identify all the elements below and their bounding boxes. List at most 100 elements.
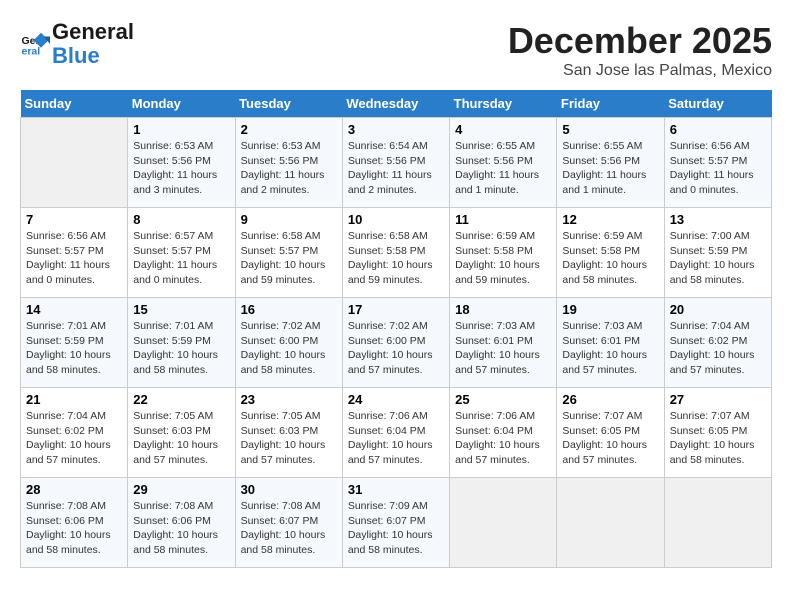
day-cell: 10 Sunrise: 6:58 AM Sunset: 5:58 PM Dayli…	[342, 208, 449, 298]
day-cell: 19 Sunrise: 7:03 AM Sunset: 6:01 PM Dayli…	[557, 298, 664, 388]
day-info: Sunrise: 6:56 AM Sunset: 5:57 PM Dayligh…	[670, 139, 766, 198]
day-cell: 11Sunrise: 6:59 AM Sunset: 5:58 PM Dayli…	[450, 208, 557, 298]
title-block: December 2025 San Jose las Palmas, Mexic…	[508, 20, 772, 80]
day-info: Sunrise: 6:59 AM Sunset: 5:58 PM Dayligh…	[562, 229, 658, 288]
day-number: 21	[26, 392, 122, 407]
day-info: Sunrise: 7:08 AM Sunset: 6:07 PM Dayligh…	[241, 499, 337, 558]
svg-text:eral: eral	[22, 46, 41, 58]
day-info: Sunrise: 7:09 AM Sunset: 6:07 PM Dayligh…	[348, 499, 444, 558]
day-cell: 7Sunrise: 6:56 AM Sunset: 5:57 PM Daylig…	[21, 208, 128, 298]
day-info: Sunrise: 6:58 AM Sunset: 5:57 PM Dayligh…	[241, 229, 337, 288]
weekday-monday: Monday	[128, 90, 235, 118]
day-info: Sunrise: 7:04 AM Sunset: 6:02 PM Dayligh…	[670, 319, 766, 378]
day-info: Sunrise: 7:02 AM Sunset: 6:00 PM Dayligh…	[241, 319, 337, 378]
day-number: 12	[562, 212, 658, 227]
logo: Gen eral General Blue	[20, 20, 134, 68]
day-info: Sunrise: 6:54 AM Sunset: 5:56 PM Dayligh…	[348, 139, 444, 198]
day-info: Sunrise: 7:02 AM Sunset: 6:00 PM Dayligh…	[348, 319, 444, 378]
day-info: Sunrise: 7:08 AM Sunset: 6:06 PM Dayligh…	[133, 499, 229, 558]
day-number: 10	[348, 212, 444, 227]
day-cell: 17 Sunrise: 7:02 AM Sunset: 6:00 PM Dayli…	[342, 298, 449, 388]
day-cell	[21, 118, 128, 208]
day-cell: 22 Sunrise: 7:05 AM Sunset: 6:03 PM Dayli…	[128, 388, 235, 478]
day-info: Sunrise: 6:53 AM Sunset: 5:56 PM Dayligh…	[241, 139, 337, 198]
day-number: 3	[348, 122, 444, 137]
day-info: Sunrise: 7:00 AM Sunset: 5:59 PM Dayligh…	[670, 229, 766, 288]
day-number: 26	[562, 392, 658, 407]
day-number: 19	[562, 302, 658, 317]
week-row-3: 14 Sunrise: 7:01 AM Sunset: 5:59 PM Dayli…	[21, 298, 772, 388]
day-cell: 15 Sunrise: 7:01 AM Sunset: 5:59 PM Dayli…	[128, 298, 235, 388]
day-cell: 12 Sunrise: 6:59 AM Sunset: 5:58 PM Dayli…	[557, 208, 664, 298]
day-number: 22	[133, 392, 229, 407]
day-number: 6	[670, 122, 766, 137]
day-number: 4	[455, 122, 551, 137]
day-info: Sunrise: 6:53 AM Sunset: 5:56 PM Dayligh…	[133, 139, 229, 198]
day-number: 25	[455, 392, 551, 407]
day-cell: 3 Sunrise: 6:54 AM Sunset: 5:56 PM Daylig…	[342, 118, 449, 208]
day-cell: 18 Sunrise: 7:03 AM Sunset: 6:01 PM Dayli…	[450, 298, 557, 388]
day-cell	[450, 478, 557, 568]
day-info: Sunrise: 7:07 AM Sunset: 6:05 PM Dayligh…	[670, 409, 766, 468]
day-number: 15	[133, 302, 229, 317]
week-row-2: 7Sunrise: 6:56 AM Sunset: 5:57 PM Daylig…	[21, 208, 772, 298]
day-number: 24	[348, 392, 444, 407]
day-number: 2	[241, 122, 337, 137]
day-cell: 14Sunrise: 7:01 AM Sunset: 5:59 PM Dayli…	[21, 298, 128, 388]
week-row-1: 1 Sunrise: 6:53 AM Sunset: 5:56 PM Daylig…	[21, 118, 772, 208]
day-number: 8	[133, 212, 229, 227]
day-number: 14	[26, 302, 122, 317]
day-number: 30	[241, 482, 337, 497]
weekday-sunday: Sunday	[21, 90, 128, 118]
day-info: Sunrise: 7:06 AM Sunset: 6:04 PM Dayligh…	[455, 409, 551, 468]
day-cell: 6 Sunrise: 6:56 AM Sunset: 5:57 PM Daylig…	[664, 118, 771, 208]
day-number: 16	[241, 302, 337, 317]
day-number: 29	[133, 482, 229, 497]
day-info: Sunrise: 6:55 AM Sunset: 5:56 PM Dayligh…	[455, 139, 551, 198]
day-cell: 24 Sunrise: 7:06 AM Sunset: 6:04 PM Dayli…	[342, 388, 449, 478]
day-info: Sunrise: 7:01 AM Sunset: 5:59 PM Dayligh…	[133, 319, 229, 378]
day-cell: 4 Sunrise: 6:55 AM Sunset: 5:56 PM Daylig…	[450, 118, 557, 208]
day-info: Sunrise: 6:55 AM Sunset: 5:56 PM Dayligh…	[562, 139, 658, 198]
day-cell: 31 Sunrise: 7:09 AM Sunset: 6:07 PM Dayli…	[342, 478, 449, 568]
day-number: 31	[348, 482, 444, 497]
day-cell: 2 Sunrise: 6:53 AM Sunset: 5:56 PM Daylig…	[235, 118, 342, 208]
day-cell: 13 Sunrise: 7:00 AM Sunset: 5:59 PM Dayli…	[664, 208, 771, 298]
day-number: 23	[241, 392, 337, 407]
day-cell: 26Sunrise: 7:07 AM Sunset: 6:05 PM Dayli…	[557, 388, 664, 478]
day-number: 11	[455, 212, 551, 227]
day-number: 17	[348, 302, 444, 317]
day-number: 1	[133, 122, 229, 137]
day-cell: 21 Sunrise: 7:04 AM Sunset: 6:02 PM Dayli…	[21, 388, 128, 478]
day-number: 5	[562, 122, 658, 137]
day-cell: 27 Sunrise: 7:07 AM Sunset: 6:05 PM Dayli…	[664, 388, 771, 478]
day-cell: 20Sunrise: 7:04 AM Sunset: 6:02 PM Dayli…	[664, 298, 771, 388]
day-info: Sunrise: 6:57 AM Sunset: 5:57 PM Dayligh…	[133, 229, 229, 288]
week-row-4: 21 Sunrise: 7:04 AM Sunset: 6:02 PM Dayli…	[21, 388, 772, 478]
weekday-friday: Friday	[557, 90, 664, 118]
day-info: Sunrise: 7:03 AM Sunset: 6:01 PM Dayligh…	[562, 319, 658, 378]
day-cell: 5 Sunrise: 6:55 AM Sunset: 5:56 PM Daylig…	[557, 118, 664, 208]
day-info: Sunrise: 7:06 AM Sunset: 6:04 PM Dayligh…	[348, 409, 444, 468]
week-row-5: 28 Sunrise: 7:08 AM Sunset: 6:06 PM Dayli…	[21, 478, 772, 568]
month-title: December 2025	[508, 20, 772, 62]
day-info: Sunrise: 7:08 AM Sunset: 6:06 PM Dayligh…	[26, 499, 122, 558]
day-number: 13	[670, 212, 766, 227]
day-cell: 23Sunrise: 7:05 AM Sunset: 6:03 PM Dayli…	[235, 388, 342, 478]
day-number: 9	[241, 212, 337, 227]
day-info: Sunrise: 7:04 AM Sunset: 6:02 PM Dayligh…	[26, 409, 122, 468]
weekday-saturday: Saturday	[664, 90, 771, 118]
logo-line2: Blue	[52, 44, 134, 68]
page-header: Gen eral General Blue December 2025 San …	[20, 20, 772, 80]
calendar-table: SundayMondayTuesdayWednesdayThursdayFrid…	[20, 90, 772, 568]
day-cell: 1 Sunrise: 6:53 AM Sunset: 5:56 PM Daylig…	[128, 118, 235, 208]
logo-icon: Gen eral	[20, 29, 50, 59]
day-number: 28	[26, 482, 122, 497]
day-info: Sunrise: 7:03 AM Sunset: 6:01 PM Dayligh…	[455, 319, 551, 378]
day-number: 27	[670, 392, 766, 407]
day-cell: 9 Sunrise: 6:58 AM Sunset: 5:57 PM Daylig…	[235, 208, 342, 298]
day-info: Sunrise: 7:05 AM Sunset: 6:03 PM Dayligh…	[133, 409, 229, 468]
day-number: 18	[455, 302, 551, 317]
weekday-tuesday: Tuesday	[235, 90, 342, 118]
day-info: Sunrise: 6:58 AM Sunset: 5:58 PM Dayligh…	[348, 229, 444, 288]
